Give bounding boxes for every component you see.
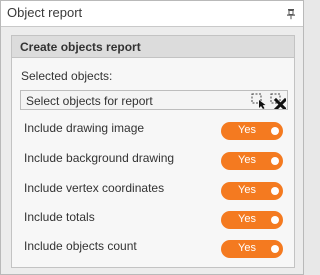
toggle-drawing-image[interactable]: Yes <box>221 122 283 140</box>
toggle-knob <box>271 216 279 224</box>
panel-header: Object report <box>1 1 303 27</box>
toggle-knob <box>271 157 279 165</box>
option-label-drawing-image: Include drawing image <box>24 121 145 135</box>
toggle-knob <box>271 127 279 135</box>
toggle-vertex-coordinates[interactable]: Yes <box>221 182 283 200</box>
option-label-totals: Include totals <box>24 210 95 224</box>
option-label-vertex-coordinates: Include vertex coordinates <box>24 181 165 195</box>
toggle-value: Yes <box>238 154 256 166</box>
toggle-knob <box>271 187 279 195</box>
select-pointer-icon[interactable] <box>251 93 267 109</box>
toggle-value: Yes <box>238 242 256 254</box>
toggle-objects-count[interactable]: Yes <box>221 240 283 258</box>
option-label-objects-count: Include objects count <box>24 239 137 253</box>
group-title: Create objects report <box>20 40 141 54</box>
toggle-knob <box>271 245 279 253</box>
object-report-panel: Object report Create objects report Sele… <box>0 0 304 275</box>
option-label-background-drawing: Include background drawing <box>24 151 175 165</box>
clear-selection-icon[interactable] <box>270 93 286 109</box>
select-objects-field[interactable]: Select objects for report <box>20 90 288 110</box>
create-report-group: Create objects report Selected objects: … <box>11 35 295 268</box>
group-header: Create objects report <box>12 36 294 58</box>
toggle-background-drawing[interactable]: Yes <box>221 152 283 170</box>
toggle-totals[interactable]: Yes <box>221 211 283 229</box>
toggle-value: Yes <box>238 184 256 196</box>
pin-icon[interactable] <box>285 8 297 20</box>
toggle-value: Yes <box>238 124 256 136</box>
toggle-value: Yes <box>238 213 256 225</box>
select-objects-placeholder: Select objects for report <box>26 94 153 108</box>
selected-objects-label: Selected objects: <box>21 69 113 83</box>
panel-title: Object report <box>7 5 83 20</box>
